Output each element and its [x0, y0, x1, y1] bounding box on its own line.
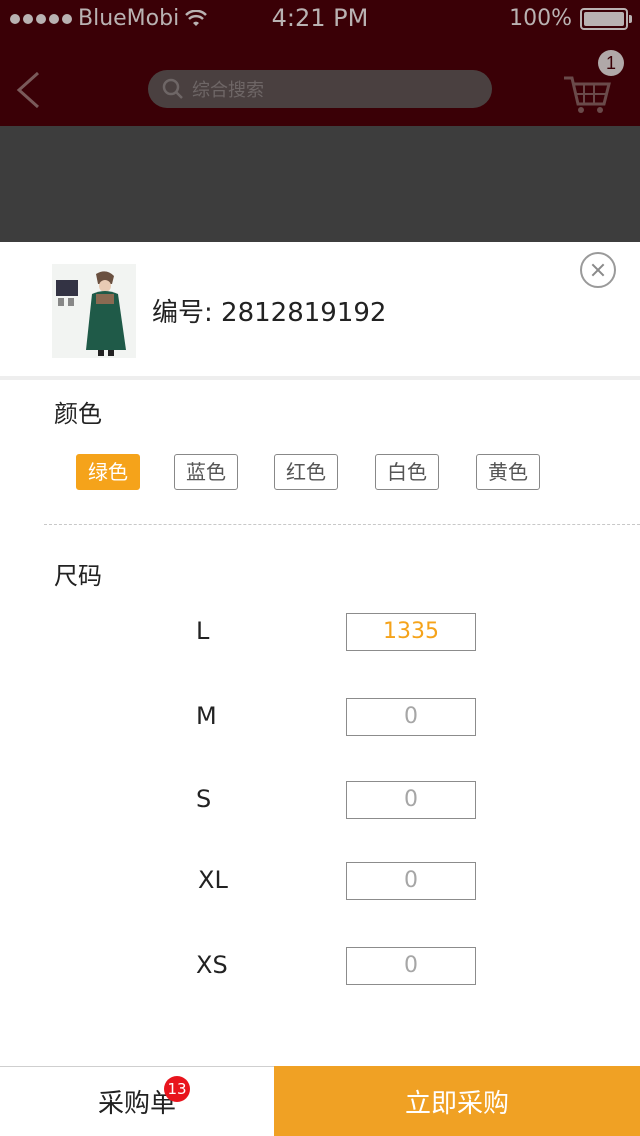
search-input[interactable]: 综合搜索	[148, 70, 492, 108]
size-label: L	[196, 617, 210, 645]
size-label: XL	[198, 866, 228, 894]
dim-overlay[interactable]	[0, 126, 640, 242]
purchase-order-button[interactable]: 采购单	[0, 1066, 274, 1136]
battery-status: 100%	[509, 6, 632, 31]
size-label: M	[196, 702, 217, 730]
color-chip[interactable]: 黄色	[476, 454, 540, 490]
size-label: XS	[196, 951, 228, 979]
close-icon[interactable]	[580, 252, 616, 288]
size-row: M 0	[0, 698, 640, 738]
product-code: 编号: 2812819192	[152, 292, 386, 329]
buy-now-button[interactable]: 立即采购	[274, 1066, 640, 1136]
cart-icon[interactable]	[562, 70, 612, 114]
battery-percent: 100%	[509, 6, 572, 31]
size-row: XL 0	[0, 862, 640, 902]
chevron-left-icon[interactable]	[14, 70, 44, 110]
color-options: 绿色 蓝色 红色 白色 黄色	[0, 454, 640, 492]
product-thumbnail	[52, 264, 136, 358]
size-row: XS 0	[0, 947, 640, 987]
bottom-action-bar: 采购单 13 立即采购	[0, 1066, 640, 1136]
search-placeholder: 综合搜索	[192, 80, 264, 101]
product-header: 编号: 2812819192	[0, 242, 640, 376]
nav-bar: 综合搜索	[0, 40, 640, 126]
color-section-title: 颜色	[54, 400, 102, 428]
cart-count-badge: 1	[598, 50, 624, 76]
size-label: S	[196, 785, 212, 813]
sku-selector-sheet: 编号: 2812819192 颜色 绿色 蓝色 红色 白色 黄色 尺码 L 13…	[0, 242, 640, 1136]
quantity-input[interactable]: 0	[346, 947, 476, 985]
divider	[0, 376, 640, 380]
quantity-input[interactable]: 0	[346, 862, 476, 900]
size-row: L 1335	[0, 613, 640, 653]
color-chip[interactable]: 蓝色	[174, 454, 238, 490]
status-bar: BlueMobi 4:21 PM 100%	[0, 0, 640, 40]
section-divider	[44, 524, 640, 525]
size-section-title: 尺码	[54, 562, 102, 590]
order-count-badge: 13	[164, 1076, 190, 1102]
color-chip[interactable]: 白色	[375, 454, 439, 490]
color-chip[interactable]: 红色	[274, 454, 338, 490]
quantity-input[interactable]: 0	[346, 698, 476, 736]
search-icon	[162, 78, 183, 99]
product-code-value: 2812819192	[221, 298, 387, 328]
quantity-input[interactable]: 0	[346, 781, 476, 819]
product-code-label: 编号:	[152, 298, 213, 328]
size-row: S 0	[0, 781, 640, 821]
quantity-input[interactable]: 1335	[346, 613, 476, 651]
color-chip[interactable]: 绿色	[76, 454, 140, 490]
battery-icon	[580, 7, 632, 30]
